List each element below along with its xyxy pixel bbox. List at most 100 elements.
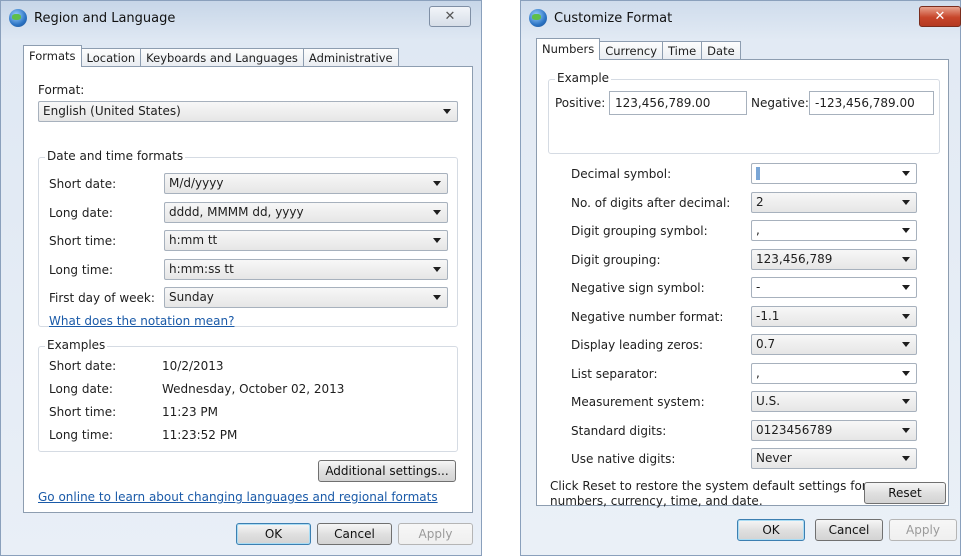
format-value: English (United States): [43, 104, 181, 118]
setting-dropdown[interactable]: Never: [751, 448, 917, 469]
setting-dropdown[interactable]: 2: [751, 191, 917, 213]
tab-time[interactable]: Time: [662, 41, 703, 60]
chevron-down-icon: [433, 210, 441, 215]
setting-dropdown[interactable]: 0123456789: [751, 419, 917, 441]
reset-description-line-2: numbers, currency, time, and date.: [550, 494, 763, 508]
example-short-time-label: Short time:: [49, 405, 117, 419]
window-title: Customize Format: [554, 10, 673, 26]
setting-dropdown[interactable]: ,: [751, 362, 917, 384]
chevron-down-icon: [443, 109, 451, 114]
short-date-value: M/d/yyyy: [169, 176, 224, 190]
setting-dropdown[interactable]: ,: [751, 220, 917, 241]
first-day-label: First day of week:: [49, 291, 155, 305]
window-title-bar: Customize Format: [529, 7, 672, 29]
example-long-time-value: 11:23:52 PM: [162, 428, 238, 442]
online-help-link[interactable]: Go online to learn about changing langua…: [38, 490, 438, 504]
ok-button[interactable]: OK: [236, 523, 311, 545]
setting-dropdown[interactable]: [751, 163, 917, 184]
close-icon: ✕: [444, 9, 456, 24]
tab-strip: Formats Location Keyboards and Languages…: [23, 45, 399, 67]
chevron-down-icon: [433, 267, 441, 272]
tab-date[interactable]: Date: [701, 41, 741, 60]
notation-help-link[interactable]: What does the notation mean?: [49, 314, 234, 328]
tab-numbers[interactable]: Numbers: [536, 38, 601, 60]
text-caret: [756, 167, 760, 180]
close-button[interactable]: ✕: [429, 6, 471, 27]
negative-example: -123,456,789.00: [809, 91, 934, 115]
apply-button[interactable]: Apply: [889, 519, 957, 541]
tab-administrative[interactable]: Administrative: [302, 48, 399, 67]
chevron-down-icon: [902, 370, 910, 376]
setting-value: ,: [756, 223, 760, 237]
setting-value: 123,456,789: [756, 251, 833, 266]
first-day-value: Sunday: [169, 290, 214, 304]
setting-label: No. of digits after decimal:: [571, 195, 731, 210]
setting-label: Display leading zeros:: [571, 338, 704, 352]
cancel-button[interactable]: Cancel: [815, 519, 883, 541]
numbers-panel: Example Positive: 123,456,789.00 Negativ…: [536, 59, 949, 506]
window-title: Region and Language: [34, 10, 176, 26]
positive-label: Positive:: [555, 96, 606, 110]
setting-dropdown[interactable]: -1.1: [751, 305, 917, 327]
customize-format-window: Customize Format ✕ Numbers Currency Time…: [520, 0, 961, 556]
globe-icon: [9, 9, 27, 27]
example-long-date-value: Wednesday, October 02, 2013: [162, 382, 345, 396]
setting-value: -: [756, 280, 761, 294]
format-label: Format:: [38, 83, 85, 97]
reset-button[interactable]: Reset: [864, 482, 946, 504]
examples-group: Examples Short date: 10/2/2013 Long date…: [38, 338, 458, 452]
examples-legend: Examples: [45, 338, 108, 352]
tab-formats[interactable]: Formats: [23, 45, 82, 67]
setting-value: 0.7: [756, 337, 776, 351]
long-date-dropdown[interactable]: dddd, MMMM dd, yyyy: [164, 202, 448, 223]
globe-icon: [529, 9, 547, 27]
apply-button[interactable]: Apply: [398, 523, 473, 545]
setting-dropdown[interactable]: -: [751, 277, 917, 298]
setting-label: Negative number format:: [571, 309, 724, 324]
example-short-date-value: 10/2/2013: [162, 359, 224, 373]
formats-panel: Format: English (United States) Date and…: [23, 66, 473, 513]
example-short-time-value: 11:23 PM: [162, 405, 218, 419]
setting-dropdown[interactable]: 0.7: [751, 334, 917, 355]
setting-label: Measurement system:: [571, 395, 705, 409]
setting-value: U.S.: [756, 394, 781, 408]
setting-label: Standard digits:: [571, 423, 667, 438]
short-time-dropdown[interactable]: h:mm tt: [164, 230, 448, 251]
date-time-formats-group: Date and time formats Short date: M/d/yy…: [38, 149, 458, 328]
tab-currency[interactable]: Currency: [599, 41, 664, 60]
setting-value: 0123456789: [756, 422, 833, 437]
example-legend: Example: [555, 71, 612, 85]
tab-location[interactable]: Location: [80, 48, 142, 67]
first-day-dropdown[interactable]: Sunday: [164, 287, 448, 308]
setting-label: Negative sign symbol:: [571, 281, 705, 295]
long-date-label: Long date:: [49, 206, 113, 220]
window-title-bar: Region and Language: [9, 7, 175, 29]
setting-value: 2: [756, 194, 764, 209]
chevron-down-icon: [902, 228, 910, 233]
short-date-label: Short date:: [49, 177, 117, 191]
example-group: Example Positive: 123,456,789.00 Negativ…: [548, 71, 940, 154]
chevron-down-icon: [902, 285, 910, 290]
format-dropdown[interactable]: English (United States): [38, 101, 458, 122]
reset-description-line-1: Click Reset to restore the system defaul…: [550, 479, 867, 493]
chevron-down-icon: [902, 199, 910, 205]
setting-value: ,: [756, 365, 760, 380]
short-date-dropdown[interactable]: M/d/yyyy: [164, 173, 448, 194]
setting-value: -1.1: [756, 308, 780, 323]
close-button[interactable]: ✕: [919, 6, 961, 27]
setting-dropdown[interactable]: 123,456,789: [751, 248, 917, 270]
example-long-date-label: Long date:: [49, 382, 113, 396]
long-time-dropdown[interactable]: h:mm:ss tt: [164, 259, 448, 280]
additional-settings-button[interactable]: Additional settings...: [318, 460, 456, 482]
chevron-down-icon: [902, 399, 910, 404]
chevron-down-icon: [902, 427, 910, 433]
ok-button[interactable]: OK: [737, 519, 805, 541]
long-time-label: Long time:: [49, 263, 114, 277]
tab-keyboards-languages[interactable]: Keyboards and Languages: [140, 48, 304, 67]
setting-label: Use native digits:: [571, 452, 676, 466]
setting-label: Digit grouping symbol:: [571, 224, 708, 238]
cancel-button[interactable]: Cancel: [317, 523, 392, 545]
setting-dropdown[interactable]: U.S.: [751, 391, 917, 412]
short-time-label: Short time:: [49, 234, 117, 248]
chevron-down-icon: [902, 342, 910, 347]
